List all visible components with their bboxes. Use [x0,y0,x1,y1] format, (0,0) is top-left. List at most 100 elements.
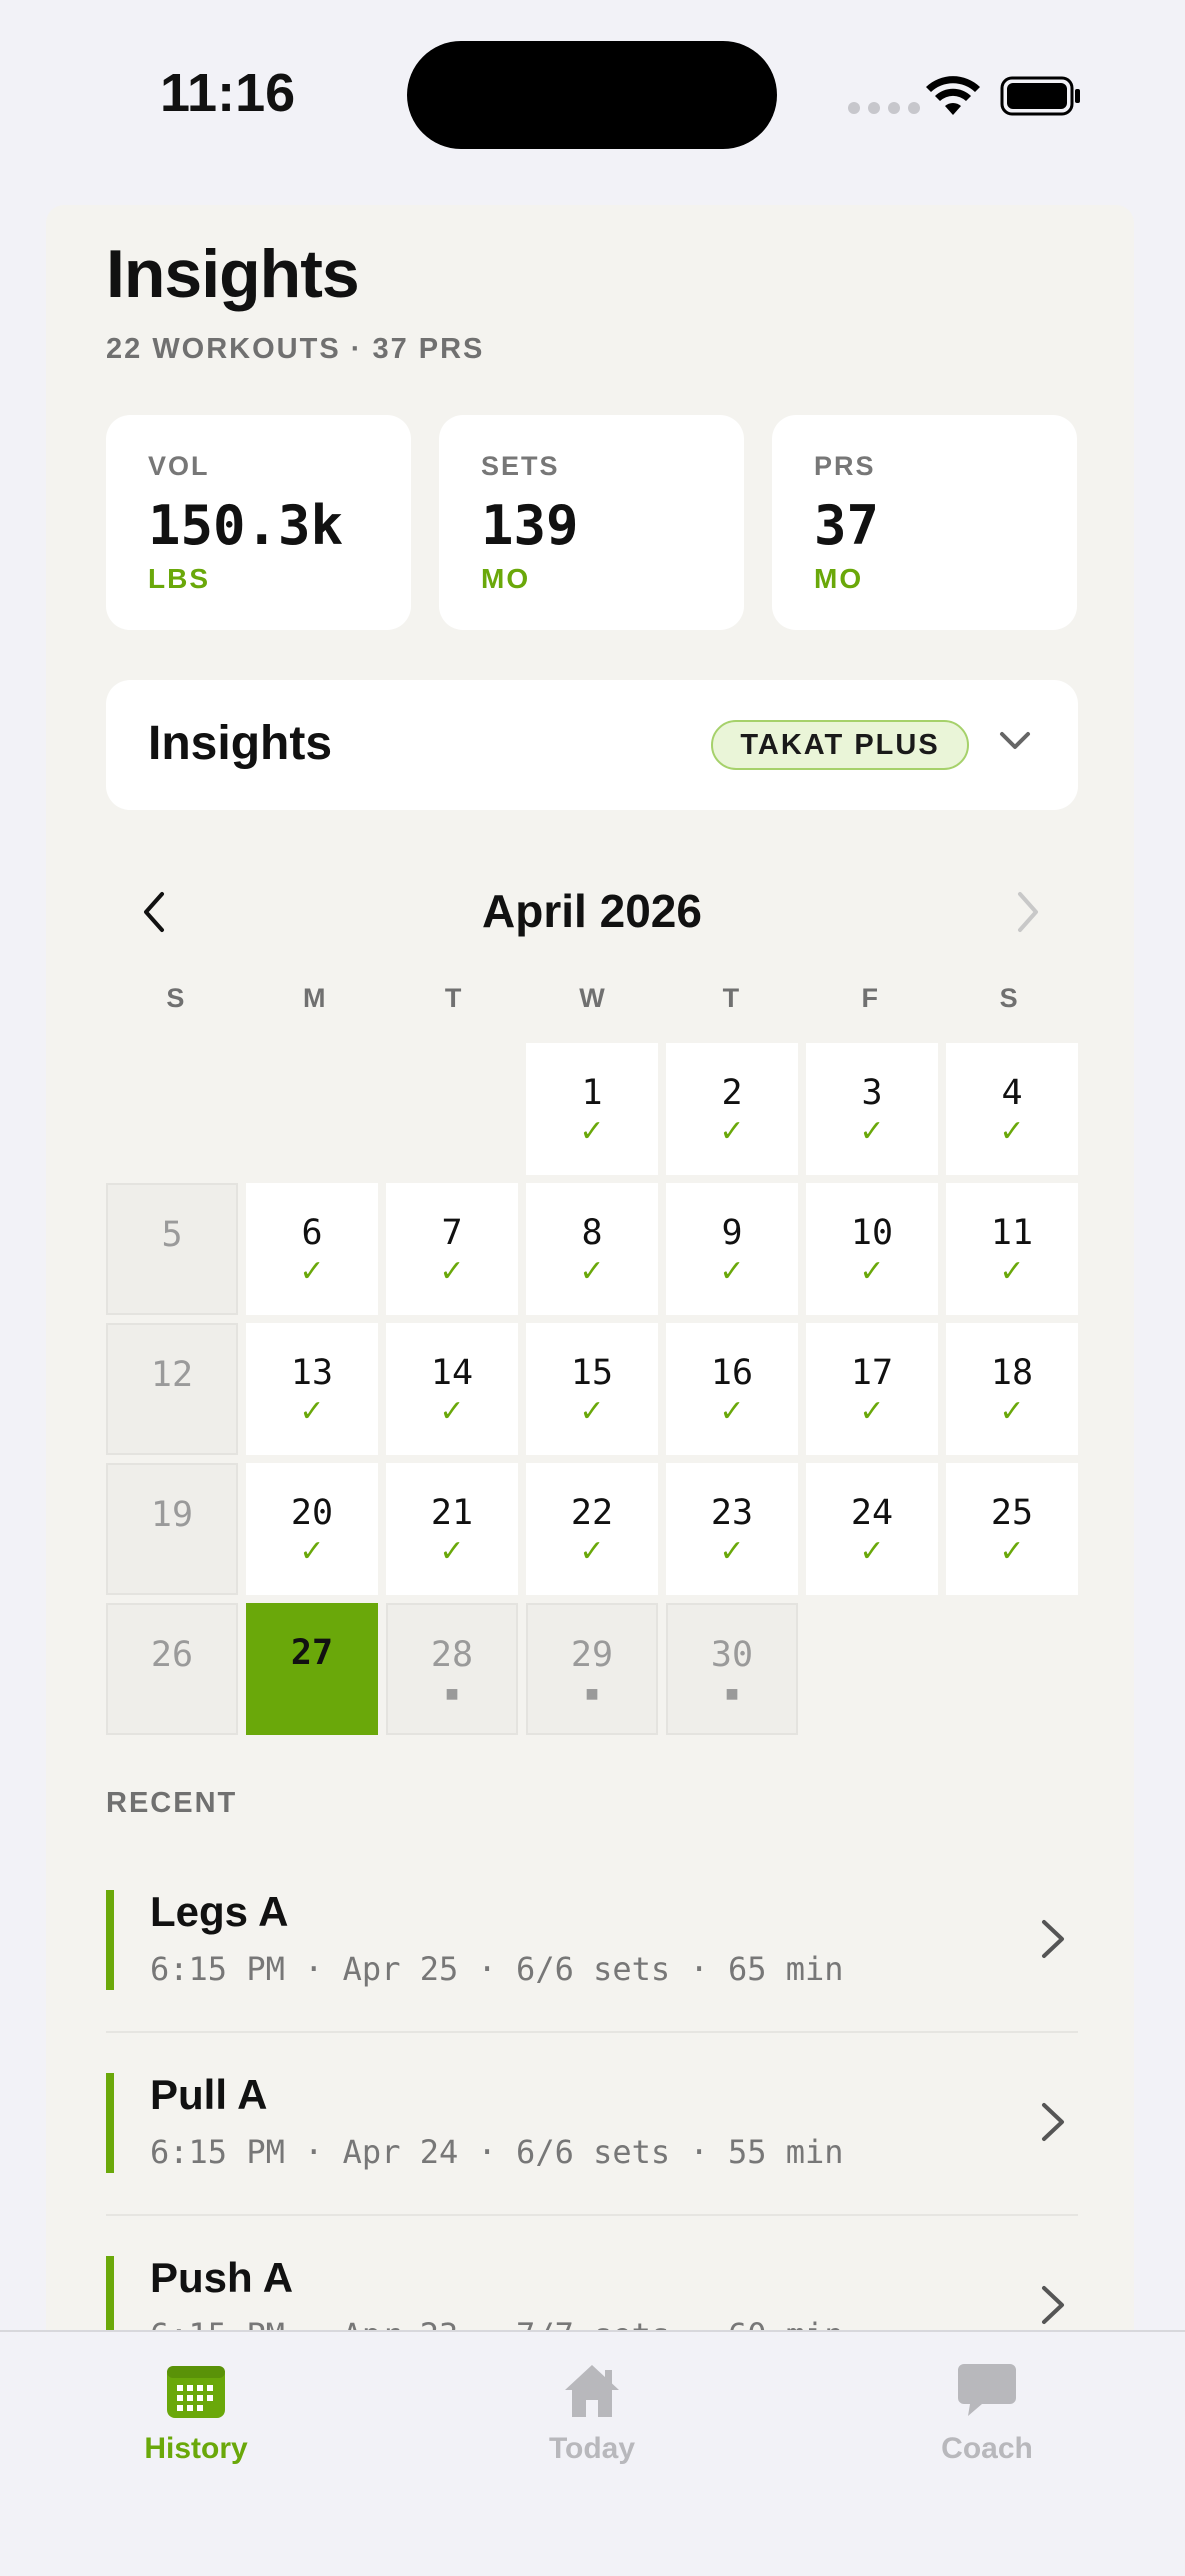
calendar-header: April 2026 [106,870,1078,950]
calendar-day-2[interactable]: 2 ✓ [666,1043,798,1175]
workout-meta: 6:15 PM · Apr 25 · 6/6 sets · 65 min [150,1950,844,1988]
page-title: Insights [106,236,360,312]
calendar-day-7[interactable]: 7 ✓ [386,1183,518,1315]
calendar-day-10[interactable]: 10 ✓ [806,1183,938,1315]
page-subtitle: 22 WORKOUTS · 37 PRS [106,333,485,365]
day-number: 8 [581,1213,603,1253]
accent-bar [106,2256,114,2335]
tab-label: Today [548,2432,636,2465]
check-mark-icon: ✓ [579,1255,605,1288]
calendar-day-20[interactable]: 20 ✓ [246,1463,378,1595]
calendar-day-18[interactable]: 18 ✓ [946,1323,1078,1455]
calendar-day-28[interactable]: 28 ■ [386,1603,518,1735]
calendar-day-19[interactable]: 19 [106,1463,238,1595]
day-number: 17 [850,1353,894,1393]
check-mark-icon: ✓ [999,1535,1025,1568]
stat-label: VOL [148,451,210,481]
stat-card-sets: SETS 139 MO [439,415,744,630]
recent-workout-item[interactable]: Push A 6:15 PM · Apr 23 · 7/7 sets · 60 … [106,2216,1078,2335]
check-mark-icon: ✓ [999,1115,1025,1148]
calendar-day-24[interactable]: 24 ✓ [806,1463,938,1595]
weekday-label: T [722,983,740,1013]
calendar-day-30[interactable]: 30 ■ [666,1603,798,1735]
calendar-day-14[interactable]: 14 ✓ [386,1323,518,1455]
day-number: 12 [150,1355,194,1395]
check-mark-icon: ✓ [859,1535,885,1568]
calendar-day-22[interactable]: 22 ✓ [526,1463,658,1595]
day-number: 29 [570,1635,614,1675]
check-mark-icon: ✓ [859,1115,885,1148]
planned-dot-icon: ■ [585,1681,599,1706]
day-number: 27 [290,1633,334,1673]
check-mark-icon: ✓ [859,1255,885,1288]
check-mark-icon: ✓ [299,1395,325,1428]
tab-history[interactable]: History [76,2362,316,2466]
tab-label: History [144,2432,248,2465]
calendar-icon [167,2366,225,2418]
calendar-day-6[interactable]: 6 ✓ [246,1183,378,1315]
check-mark-icon: ✓ [299,1535,325,1568]
workout-meta: 6:15 PM · Apr 24 · 6/6 sets · 55 min [150,2133,844,2171]
day-number: 24 [850,1493,894,1533]
day-number: 20 [290,1493,334,1533]
stats-row: VOL 150.3k LBS SETS 139 MO PRS 37 MO [106,415,1078,630]
calendar-weekdays: S M T W T F S [106,983,1078,1014]
stat-value: 37 [814,494,880,557]
calendar-day-15[interactable]: 15 ✓ [526,1323,658,1455]
check-mark-icon: ✓ [579,1115,605,1148]
calendar-day-11[interactable]: 11 ✓ [946,1183,1078,1315]
calendar-day-8[interactable]: 8 ✓ [526,1183,658,1315]
stat-value: 150.3k [148,494,344,557]
calendar-day-17[interactable]: 17 ✓ [806,1323,938,1455]
day-number: 5 [161,1215,183,1255]
check-mark-icon: ✓ [579,1535,605,1568]
stat-card-volume: VOL 150.3k LBS [106,415,411,630]
calendar-day-9[interactable]: 9 ✓ [666,1183,798,1315]
tab-today[interactable]: Today [472,2362,712,2466]
calendar-day-25[interactable]: 25 ✓ [946,1463,1078,1595]
chevron-right-icon [1018,892,1038,932]
battery-icon [1000,76,1080,116]
chat-bubble-icon [958,2364,1016,2416]
chevron-right-icon [1042,2103,1064,2141]
calendar-day-21[interactable]: 21 ✓ [386,1463,518,1595]
calendar-day-27[interactable]: 27 [246,1603,378,1735]
chevron-down-icon[interactable] [999,730,1031,752]
weekday-label: T [444,983,462,1013]
calendar-day-29[interactable]: 29 ■ [526,1603,658,1735]
calendar-day-5[interactable]: 5 [106,1183,238,1315]
calendar-day-1[interactable]: 1 ✓ [526,1043,658,1175]
recent-workouts-list: Legs A 6:15 PM · Apr 25 · 6/6 sets · 65 … [106,1850,1078,2335]
check-mark-icon: ✓ [439,1535,465,1568]
tab-coach[interactable]: Coach [867,2362,1107,2466]
check-mark-icon: ✓ [719,1255,745,1288]
recent-section-label: RECENT [106,1787,238,1819]
calendar-day-3[interactable]: 3 ✓ [806,1043,938,1175]
day-number: 6 [301,1213,323,1253]
calendar-day-16[interactable]: 16 ✓ [666,1323,798,1455]
day-number: 30 [710,1635,754,1675]
calendar-day-12[interactable]: 12 [106,1323,238,1455]
day-number: 4 [1001,1073,1023,1113]
stat-card-prs: PRS 37 MO [772,415,1077,630]
calendar-day-13[interactable]: 13 ✓ [246,1323,378,1455]
calendar-day-23[interactable]: 23 ✓ [666,1463,798,1595]
cellular-signal-icon [848,102,920,114]
check-mark-icon: ✓ [439,1255,465,1288]
recent-workout-item[interactable]: Pull A 6:15 PM · Apr 24 · 6/6 sets · 55 … [106,2033,1078,2216]
calendar-day-26[interactable]: 26 [106,1603,238,1735]
next-month-button[interactable] [996,882,1056,942]
stat-value: 139 [481,494,579,557]
check-mark-icon: ✓ [859,1395,885,1428]
calendar-day-4[interactable]: 4 ✓ [946,1043,1078,1175]
insights-expander[interactable]: Insights TAKAT PLUS [106,680,1078,810]
recent-workout-item[interactable]: Legs A 6:15 PM · Apr 25 · 6/6 sets · 65 … [106,1850,1078,2033]
day-number: 10 [850,1213,894,1253]
weekday-label: W [579,983,605,1013]
workout-name: Legs A [150,1888,289,1935]
check-mark-icon: ✓ [999,1255,1025,1288]
status-time: 11:16 [160,63,296,123]
weekday-label: F [861,983,878,1013]
day-number: 14 [430,1353,474,1393]
tab-label: Coach [941,2432,1033,2465]
